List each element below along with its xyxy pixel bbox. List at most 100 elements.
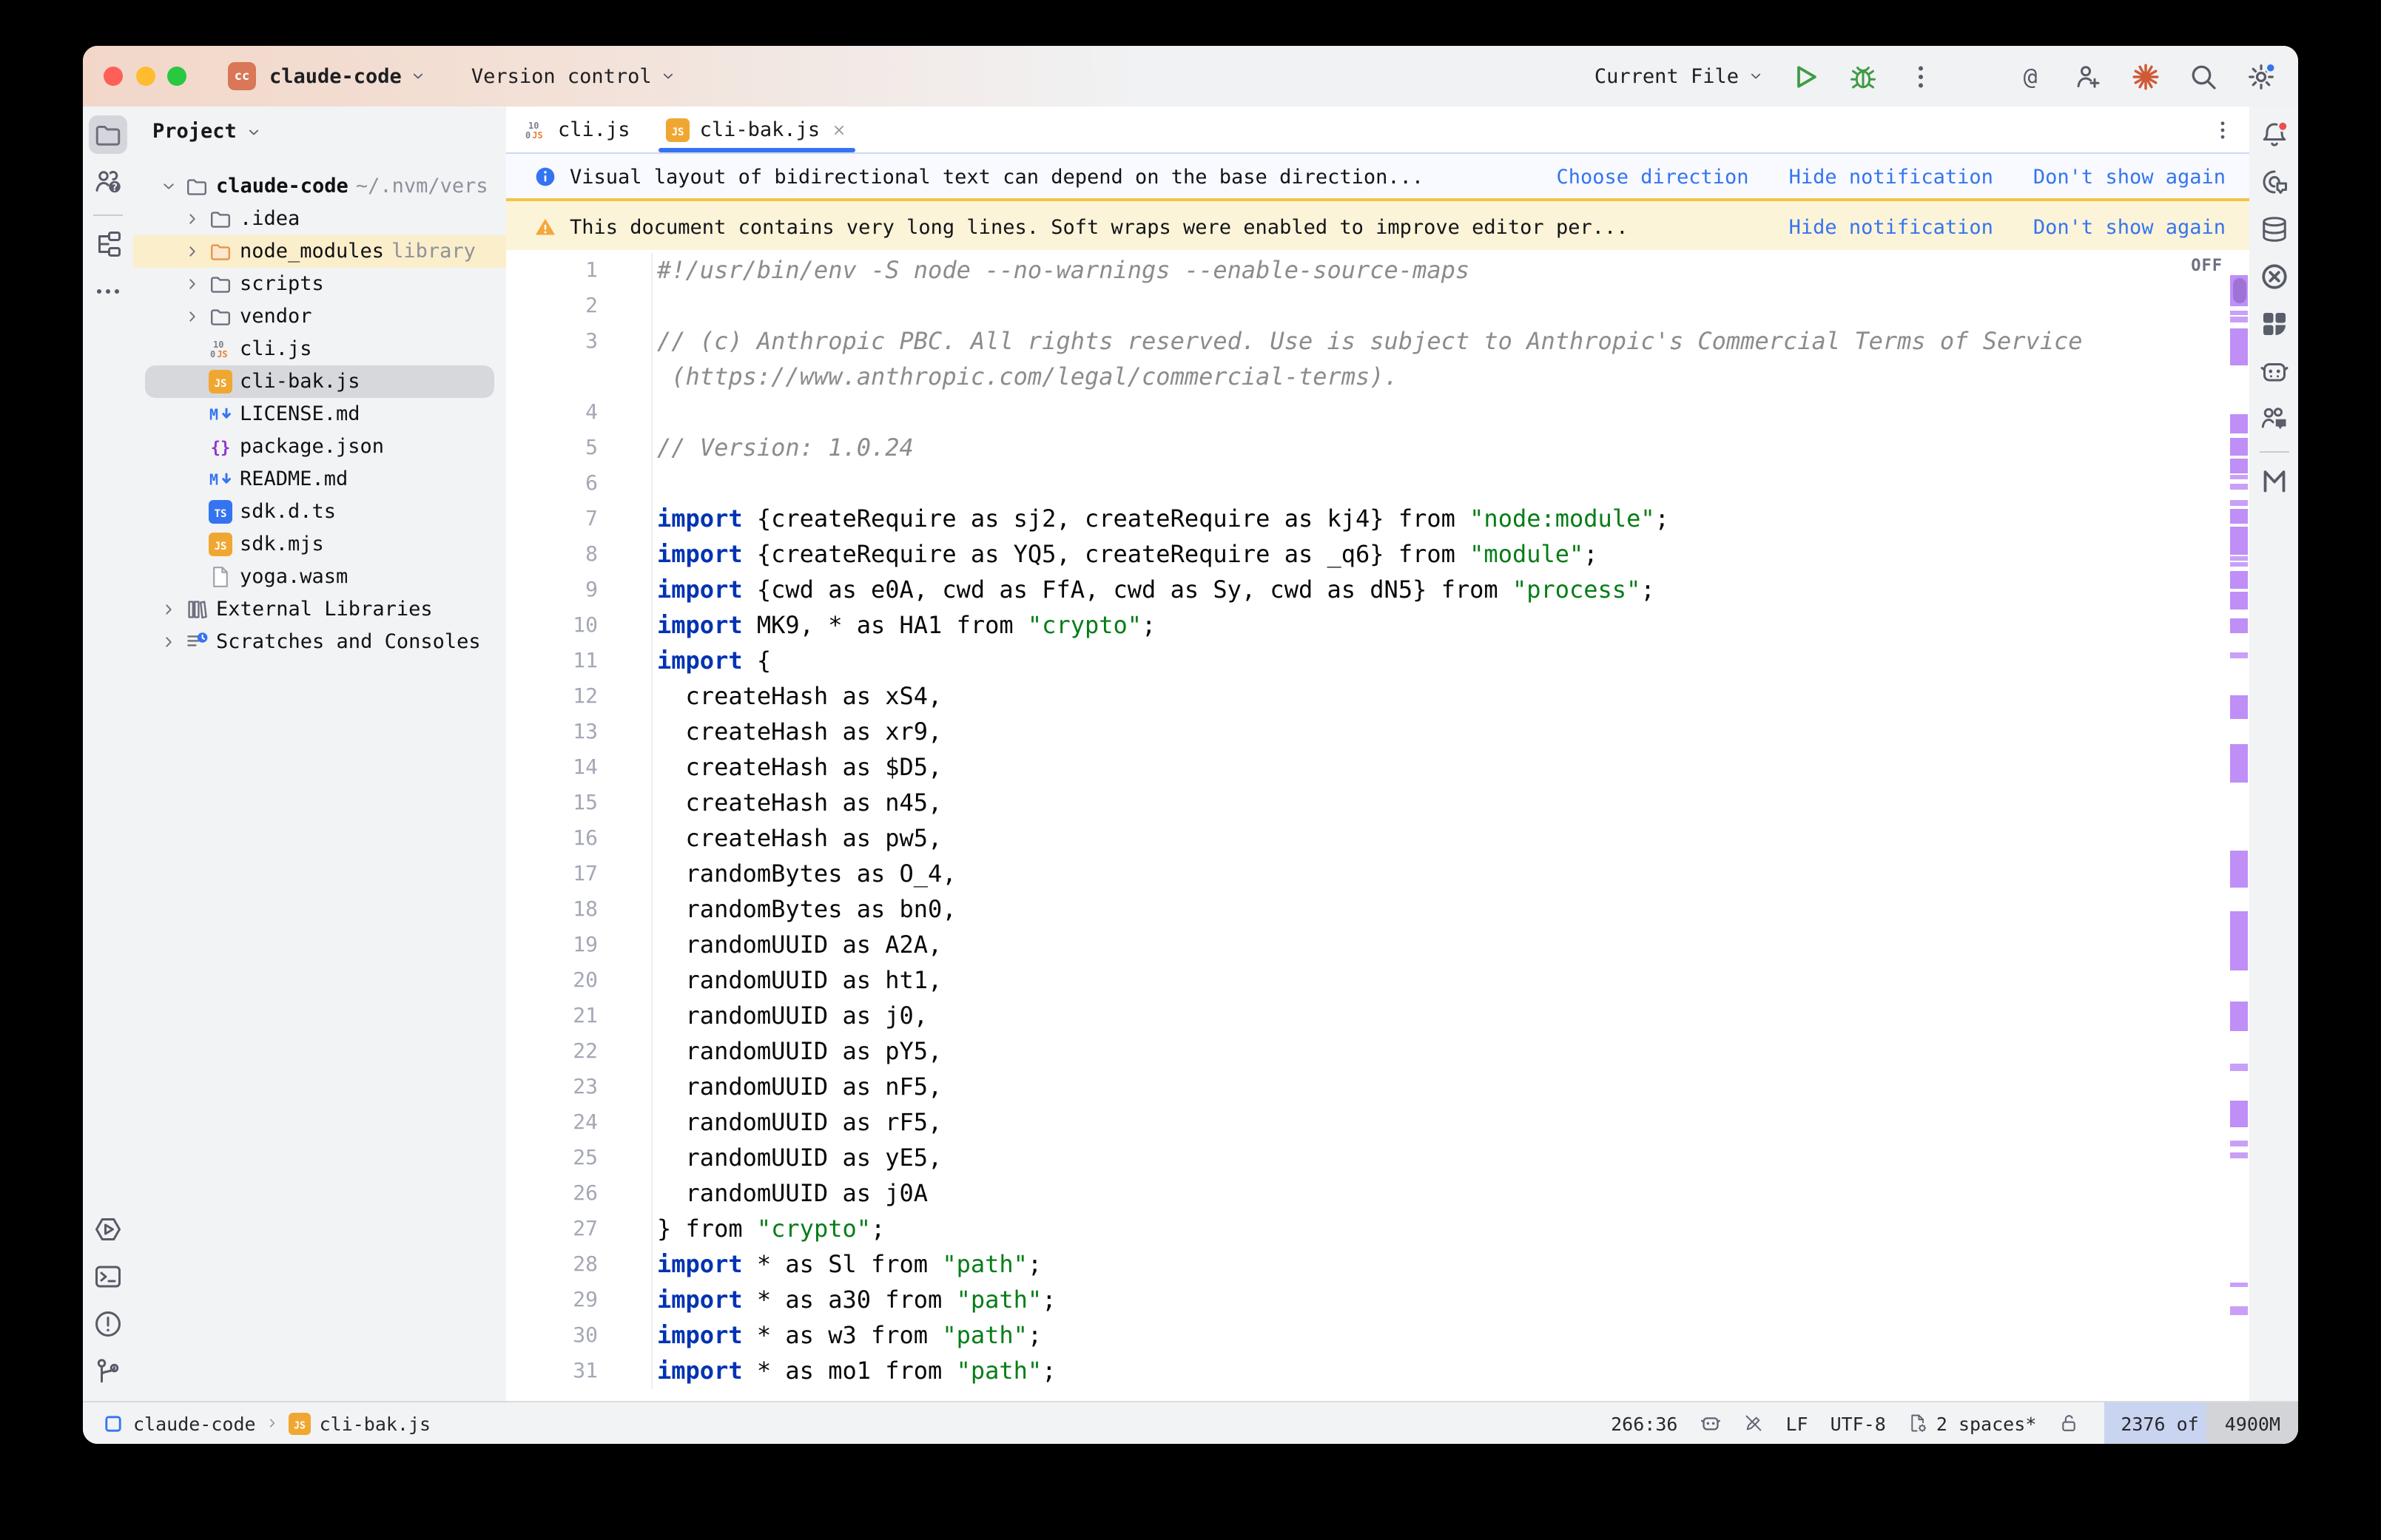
tree-item-cli-bak-js[interactable]: JScli-bak.js bbox=[133, 365, 506, 398]
line-number[interactable]: 24 bbox=[506, 1105, 653, 1141]
line-number[interactable]: 23 bbox=[506, 1070, 653, 1105]
code-line[interactable]: 30import * as w3 from "path"; bbox=[506, 1318, 2249, 1354]
maven-icon[interactable] bbox=[2254, 462, 2293, 500]
line-number[interactable]: 14 bbox=[506, 750, 653, 786]
code-line-wrap[interactable]: (https://www.anthropic.com/legal/commerc… bbox=[506, 359, 2249, 395]
code-line[interactable]: 26 randomUUID as j0A bbox=[506, 1176, 2249, 1212]
line-number[interactable]: 30 bbox=[506, 1318, 653, 1354]
line-number[interactable]: 1 bbox=[506, 253, 653, 288]
line-number[interactable]: 21 bbox=[506, 999, 653, 1034]
tree-item-external-libraries[interactable]: External Libraries bbox=[133, 593, 506, 626]
code-line[interactable]: 7import {createRequire as sj2, createReq… bbox=[506, 501, 2249, 537]
tree-item--idea[interactable]: .idea bbox=[133, 203, 506, 235]
structure-icon[interactable] bbox=[89, 225, 127, 263]
line-number[interactable]: 9 bbox=[506, 573, 653, 608]
code-line[interactable]: 11import { bbox=[506, 644, 2249, 679]
code-line[interactable]: 19 randomUUID as A2A, bbox=[506, 928, 2249, 963]
code-line[interactable]: 5// Version: 1.0.24 bbox=[506, 430, 2249, 466]
line-number[interactable]: 20 bbox=[506, 963, 653, 999]
chevron-right-icon[interactable] bbox=[160, 601, 178, 618]
indent-config[interactable]: 2 spaces* bbox=[1908, 1412, 2036, 1434]
line-number[interactable]: 18 bbox=[506, 892, 653, 928]
tree-item-yoga-wasm[interactable]: yoga.wasm bbox=[133, 561, 506, 593]
tab-cli-js[interactable]: 100JS cli.js bbox=[506, 107, 648, 152]
code-line[interactable]: 22 randomUUID as pY5, bbox=[506, 1034, 2249, 1070]
tree-item-sdk-mjs[interactable]: JSsdk.mjs bbox=[133, 528, 506, 561]
banner-action-hide-notification[interactable]: Hide notification bbox=[1789, 165, 1993, 189]
chevron-right-icon[interactable] bbox=[183, 308, 201, 325]
line-number[interactable]: 6 bbox=[506, 466, 653, 501]
terminal-icon[interactable] bbox=[89, 1257, 127, 1296]
line-number[interactable]: 19 bbox=[506, 928, 653, 963]
banner-action-hide-notification[interactable]: Hide notification bbox=[1789, 215, 1993, 239]
banner-action-choose-direction[interactable]: Choose direction bbox=[1556, 165, 1748, 189]
line-number[interactable]: 25 bbox=[506, 1141, 653, 1176]
line-number[interactable]: 15 bbox=[506, 786, 653, 821]
mention-icon[interactable]: @ bbox=[2014, 60, 2047, 92]
tree-item-cli-js[interactable]: 100JScli.js bbox=[133, 333, 506, 365]
write-access-icon[interactable] bbox=[2058, 1413, 2079, 1433]
code-editor[interactable]: 1#!/usr/bin/env -S node --no-warnings --… bbox=[506, 250, 2249, 1402]
robot-icon[interactable] bbox=[2254, 352, 2293, 391]
line-number[interactable]: 27 bbox=[506, 1212, 653, 1247]
tree-item-license-md[interactable]: MLICENSE.md bbox=[133, 398, 506, 430]
code-line[interactable]: 6 bbox=[506, 466, 2249, 501]
line-number[interactable]: 29 bbox=[506, 1283, 653, 1318]
code-line[interactable]: 8import {createRequire as YQ5, createReq… bbox=[506, 537, 2249, 573]
breadcrumb-project[interactable]: claude-code bbox=[133, 1412, 256, 1434]
editor-scrollbar[interactable] bbox=[2229, 250, 2249, 1402]
code-line[interactable]: 3// (c) Anthropic PBC. All rights reserv… bbox=[506, 324, 2249, 359]
line-number[interactable]: 2 bbox=[506, 288, 653, 324]
people-question-icon[interactable]: ? bbox=[89, 163, 127, 201]
banner-action-don-t-show-again[interactable]: Don't show again bbox=[2033, 165, 2226, 189]
kebab-icon[interactable] bbox=[1905, 60, 1937, 92]
line-number[interactable]: 4 bbox=[506, 395, 653, 430]
x-circle-icon[interactable] bbox=[2254, 257, 2293, 296]
code-line[interactable]: 23 randomUUID as nF5, bbox=[506, 1070, 2249, 1105]
line-number[interactable]: 31 bbox=[506, 1354, 653, 1389]
tree-item-readme-md[interactable]: MREADME.md bbox=[133, 463, 506, 496]
tree-item-scratches-and-consoles[interactable]: Scratches and Consoles bbox=[133, 626, 506, 658]
robot-icon[interactable] bbox=[1700, 1413, 1720, 1433]
chevron-down-icon[interactable] bbox=[160, 178, 178, 195]
encoding[interactable]: UTF-8 bbox=[1831, 1412, 1886, 1434]
code-line[interactable]: 15 createHash as n45, bbox=[506, 786, 2249, 821]
add-user-icon[interactable] bbox=[2072, 60, 2104, 92]
more-icon[interactable] bbox=[89, 272, 127, 311]
close-tab-icon[interactable] bbox=[830, 121, 848, 138]
memory-indicator[interactable]: 2376 of 4900M bbox=[2104, 1402, 2298, 1444]
run-icon[interactable] bbox=[1789, 60, 1822, 92]
tree-item-vendor[interactable]: vendor bbox=[133, 300, 506, 333]
code-line[interactable]: 16 createHash as pw5, bbox=[506, 821, 2249, 857]
code-line[interactable]: 10import MK9, * as HA1 from "crypto"; bbox=[506, 608, 2249, 644]
ai-assistant-icon[interactable] bbox=[2254, 163, 2293, 201]
code-line[interactable]: 2 bbox=[506, 288, 2249, 324]
problems-icon[interactable] bbox=[89, 1305, 127, 1343]
tree-item-node-modules[interactable]: node_modules library bbox=[133, 235, 506, 268]
chevron-right-icon[interactable] bbox=[183, 275, 201, 293]
tab-cli-bak-js[interactable]: JS cli-bak.js bbox=[648, 107, 866, 152]
line-number[interactable]: 12 bbox=[506, 679, 653, 715]
line-number[interactable]: 16 bbox=[506, 821, 653, 857]
code-line[interactable]: 1#!/usr/bin/env -S node --no-warnings --… bbox=[506, 253, 2249, 288]
project-switcher[interactable]: claude-code bbox=[269, 64, 427, 88]
zoom-window-button[interactable] bbox=[167, 67, 186, 86]
line-number[interactable]: 7 bbox=[506, 501, 653, 537]
code-line[interactable]: 21 randomUUID as j0, bbox=[506, 999, 2249, 1034]
debug-icon[interactable] bbox=[1847, 60, 1879, 92]
caret-position[interactable]: 266:36 bbox=[1611, 1412, 1677, 1434]
highlighting-off-icon[interactable] bbox=[1742, 1413, 1763, 1433]
code-line[interactable]: 24 randomUUID as rF5, bbox=[506, 1105, 2249, 1141]
line-number[interactable]: 8 bbox=[506, 537, 653, 573]
code-line[interactable]: 20 randomUUID as ht1, bbox=[506, 963, 2249, 999]
bell-icon[interactable] bbox=[2254, 115, 2293, 154]
folder-icon[interactable] bbox=[89, 115, 127, 154]
line-number[interactable] bbox=[506, 359, 653, 395]
banner-action-don-t-show-again[interactable]: Don't show again bbox=[2033, 215, 2226, 239]
code-line[interactable]: 18 randomBytes as bn0, bbox=[506, 892, 2249, 928]
code-line[interactable]: 28import * as Sl from "path"; bbox=[506, 1247, 2249, 1283]
close-window-button[interactable] bbox=[104, 67, 123, 86]
chevron-right-icon[interactable] bbox=[183, 210, 201, 228]
minimize-window-button[interactable] bbox=[135, 67, 155, 86]
line-number[interactable]: 26 bbox=[506, 1176, 653, 1212]
